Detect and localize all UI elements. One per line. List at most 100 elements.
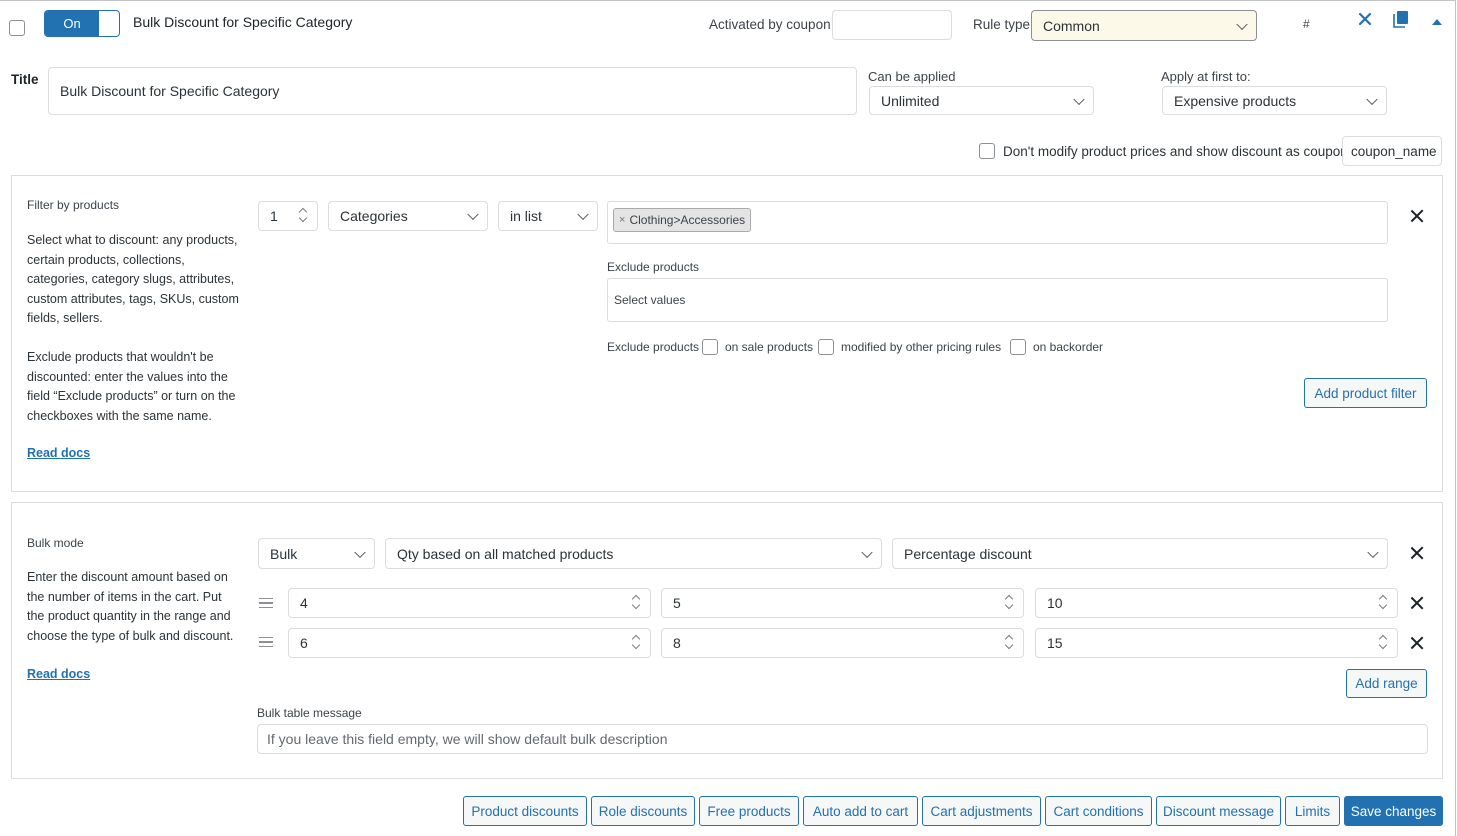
chevron-down-icon (1366, 93, 1378, 105)
save-changes-button[interactable]: Save changes (1344, 796, 1443, 826)
filter-help-2: Exclude products that wouldn't be discou… (27, 350, 236, 423)
toggle-on-label: On (45, 11, 99, 36)
can-be-applied-value: Unlimited (881, 92, 940, 109)
filter-type-select[interactable]: Categories (328, 201, 488, 231)
drag-handle-icon[interactable] (259, 598, 273, 608)
remove-range-icon[interactable] (1410, 596, 1424, 610)
stepper-icon[interactable] (1377, 594, 1389, 612)
title-input[interactable]: Bulk Discount for Specific Category (48, 67, 857, 115)
role-discounts-button[interactable]: Role discounts (591, 796, 695, 826)
range-to-input[interactable]: 5 (661, 588, 1024, 618)
range-to-value: 8 (673, 635, 681, 651)
exclude-on-sale-checkbox[interactable] (702, 339, 718, 355)
range-to-value: 5 (673, 595, 681, 611)
range-discount-input[interactable]: 15 (1035, 628, 1398, 658)
close-rule-icon[interactable] (1358, 12, 1372, 26)
discount-message-button[interactable]: Discount message (1156, 796, 1281, 826)
filter-values-input[interactable]: × Clothing>Accessories (607, 201, 1388, 244)
filter-qty-value: 1 (270, 208, 278, 224)
bulk-table-message-input[interactable]: If you leave this field empty, we will s… (257, 724, 1428, 754)
dont-modify-checkbox[interactable] (979, 143, 995, 159)
apply-first-select[interactable]: Expensive products (1162, 86, 1387, 115)
rule-type-value: Common (1043, 17, 1100, 34)
bulk-help: Enter the discount amount based on the n… (27, 570, 234, 643)
discount-type-value: Percentage discount (904, 545, 1032, 562)
drag-handle-icon[interactable] (259, 637, 273, 647)
bulk-mode-select[interactable]: Bulk (258, 538, 375, 569)
free-products-button[interactable]: Free products (699, 796, 799, 826)
range-from-value: 4 (300, 595, 308, 611)
bulk-table-message-label: Bulk table message (257, 706, 362, 720)
auto-add-to-cart-button[interactable]: Auto add to cart (803, 796, 918, 826)
tag-label: Clothing>Accessories (629, 213, 746, 227)
can-be-applied-label: Can be applied (868, 69, 956, 84)
apply-first-value: Expensive products (1174, 92, 1297, 109)
chevron-down-icon (1236, 18, 1248, 30)
bulk-mode-value: Bulk (270, 545, 298, 562)
backorder-label: on backorder (1033, 340, 1104, 354)
add-range-button[interactable]: Add range (1346, 669, 1427, 698)
modified-label: modified by other pricing rules (841, 340, 1002, 354)
discount-type-select[interactable]: Percentage discount (892, 538, 1388, 569)
dont-modify-label: Don't modify product prices and show dis… (1003, 144, 1348, 159)
remove-bulk-icon[interactable] (1410, 546, 1424, 560)
title-label: Title (11, 72, 39, 87)
activated-by-coupon-label: Activated by coupon (709, 17, 831, 32)
bulk-heading: Bulk mode (27, 536, 84, 550)
filter-value-tag: × Clothing>Accessories (613, 208, 752, 232)
filter-heading: Filter by products (27, 198, 120, 212)
tag-remove-icon[interactable]: × (619, 214, 625, 226)
add-product-filter-button[interactable]: Add product filter (1304, 378, 1427, 408)
remove-filter-icon[interactable] (1410, 209, 1424, 223)
chevron-down-icon (467, 208, 479, 221)
stepper-icon[interactable] (1003, 594, 1015, 612)
filter-qty-input[interactable]: 1 (258, 201, 318, 231)
stepper-icon[interactable] (1003, 634, 1015, 652)
activated-by-coupon-input[interactable] (832, 10, 952, 40)
stepper-icon[interactable] (630, 594, 642, 612)
filter-help-1: Select what to discount: any products, c… (27, 233, 239, 325)
stepper-icon[interactable] (1377, 634, 1389, 652)
collapse-rule-icon[interactable] (1431, 13, 1443, 25)
product-discounts-button[interactable]: Product discounts (463, 796, 587, 826)
rule-select-checkbox[interactable] (9, 20, 25, 36)
range-to-input[interactable]: 8 (661, 628, 1024, 658)
filter-read-docs-link[interactable]: Read docs (27, 446, 90, 460)
limits-button[interactable]: Limits (1285, 796, 1340, 826)
chevron-down-icon (861, 546, 873, 558)
coupon-name-input[interactable]: coupon_name (1342, 136, 1442, 166)
range-from-input[interactable]: 4 (288, 588, 651, 618)
chevron-down-icon (354, 546, 366, 558)
rule-type-select[interactable]: Common (1031, 10, 1257, 41)
exclude-products-input[interactable]: Select values (607, 278, 1388, 322)
filter-method-select[interactable]: in list (498, 201, 598, 231)
can-be-applied-select[interactable]: Unlimited (869, 86, 1094, 115)
chevron-down-icon (1367, 546, 1379, 558)
exclude-products-label: Exclude products (607, 260, 700, 274)
bulk-read-docs-link[interactable]: Read docs (27, 667, 90, 681)
qty-based-value: Qty based on all matched products (397, 545, 614, 562)
rule-toggle[interactable]: On (44, 10, 120, 37)
copy-rule-icon[interactable] (1393, 10, 1409, 28)
cart-adjustments-button[interactable]: Cart adjustments (922, 796, 1041, 826)
range-from-value: 6 (300, 635, 308, 651)
on-sale-label: on sale products (725, 340, 814, 354)
range-discount-value: 15 (1047, 635, 1063, 651)
chevron-down-icon (1073, 93, 1085, 105)
range-from-input[interactable]: 6 (288, 628, 651, 658)
exclude-modified-checkbox[interactable] (818, 339, 834, 355)
stepper-icon[interactable] (297, 207, 309, 225)
remove-range-icon[interactable] (1410, 636, 1424, 650)
range-discount-input[interactable]: 10 (1035, 588, 1398, 618)
exclude-checkbox-label: Exclude products (607, 340, 700, 354)
chevron-down-icon (577, 208, 589, 221)
rule-type-label: Rule type (973, 17, 1031, 32)
filter-method-value: in list (510, 208, 542, 224)
apply-first-label: Apply at first to: (1161, 69, 1251, 84)
range-discount-value: 10 (1047, 595, 1063, 611)
cart-conditions-button[interactable]: Cart conditions (1045, 796, 1152, 826)
rule-hash: # (1303, 17, 1310, 31)
qty-based-select[interactable]: Qty based on all matched products (385, 538, 882, 569)
stepper-icon[interactable] (630, 634, 642, 652)
exclude-backorder-checkbox[interactable] (1010, 339, 1026, 355)
